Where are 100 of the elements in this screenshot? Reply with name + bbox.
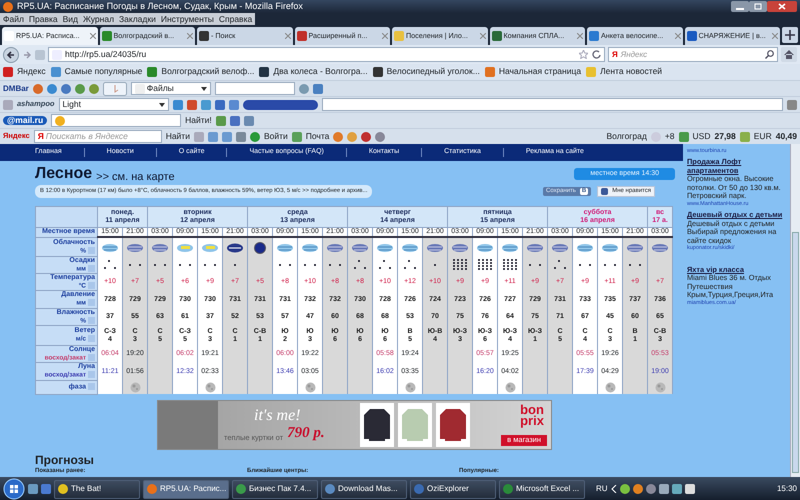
page-icon	[52, 50, 62, 60]
minimize-button[interactable]	[731, 1, 749, 12]
app-icon	[414, 484, 424, 494]
tray-icon[interactable]	[658, 484, 669, 494]
text-field[interactable]	[214, 82, 295, 95]
bookmark-link[interactable]: Два колеса - Волгогра...	[259, 67, 368, 77]
close-icon[interactable]	[772, 33, 778, 39]
taskbar-button[interactable]: The Bat!	[54, 480, 140, 498]
taskbar-button[interactable]: RP5.UA: Распис...	[143, 480, 229, 498]
hand-button[interactable]	[102, 82, 127, 96]
download-icon[interactable]	[312, 84, 323, 94]
tray-icon[interactable]	[684, 484, 695, 494]
theme-dropdown[interactable]: Light	[58, 98, 169, 111]
taskbar-button[interactable]: OziExplorer	[410, 480, 496, 498]
search-field[interactable]: Я Поискать в Яндексе	[34, 130, 162, 143]
tray-icon[interactable]	[672, 484, 682, 494]
login-button[interactable]: Войти	[250, 132, 288, 142]
bookmark-link[interactable]: Велосипедный уголок...	[372, 67, 480, 77]
toolbar-icon[interactable]	[208, 132, 218, 142]
toolbar-icon[interactable]	[88, 84, 99, 94]
menu-item[interactable]: Справка	[218, 13, 252, 25]
media-player-bar[interactable]	[242, 100, 318, 110]
menu-item[interactable]: Журнал	[83, 13, 114, 25]
close-button[interactable]	[767, 1, 797, 12]
start-button[interactable]	[3, 478, 25, 500]
toolbar-icon[interactable]	[74, 84, 85, 94]
toolbar-icon[interactable]	[186, 100, 197, 110]
taskbar-button[interactable]: Download Mas...	[321, 480, 407, 498]
wrench-icon[interactable]	[787, 100, 797, 110]
close-icon[interactable]	[480, 33, 486, 39]
forward-button[interactable]	[22, 50, 32, 60]
reload-icon[interactable]	[592, 50, 601, 59]
text-field[interactable]	[322, 98, 783, 111]
toolbar-icon[interactable]	[222, 132, 232, 142]
add-icon[interactable]	[3, 100, 13, 110]
scrollbar[interactable]	[790, 144, 800, 477]
maximize-button[interactable]	[749, 1, 767, 12]
close-icon[interactable]	[90, 33, 96, 39]
close-icon[interactable]	[382, 33, 388, 39]
close-icon[interactable]	[674, 33, 680, 39]
star-icon[interactable]	[579, 50, 588, 59]
toolbar-icon[interactable]	[60, 84, 71, 94]
menu-item[interactable]: Правка	[28, 13, 58, 25]
show-desktop-icon[interactable]	[28, 484, 38, 494]
menu-item[interactable]: Инструменты	[160, 13, 214, 25]
toolbar-icon[interactable]	[216, 116, 226, 126]
toolbar-icon[interactable]	[244, 116, 254, 126]
menu-item[interactable]: Файл	[3, 13, 24, 25]
close-icon[interactable]	[187, 33, 193, 39]
toolbar-icon[interactable]	[230, 116, 240, 126]
toolbar-icon[interactable]	[236, 132, 246, 142]
site-identity-icon[interactable]	[35, 50, 45, 60]
url-field[interactable]: http://rp5.ua/24035/ru	[48, 47, 605, 62]
window-title: RP5.UA: Расписание Погоды в Лесном, Судак, Крым - Mozilla Firefox	[17, 1, 303, 12]
chevron-icon[interactable]	[610, 485, 617, 493]
toolbar-icon[interactable]	[228, 100, 239, 110]
tray-icon[interactable]	[632, 484, 643, 494]
taskbar-button[interactable]: Microsoft Excel ...	[499, 480, 585, 498]
files-dropdown[interactable]: Файлы	[130, 82, 211, 95]
toolbar-icon[interactable]	[375, 132, 386, 142]
mail-button[interactable]: Почта	[292, 132, 330, 142]
search-icon[interactable]	[765, 50, 774, 59]
bookmark-link[interactable]: Лента новостей	[586, 67, 662, 77]
language-indicator[interactable]: RU	[596, 484, 608, 494]
bookmark-link[interactable]: Волгоградский велоф...	[147, 67, 254, 77]
search-button[interactable]: Найти!	[185, 116, 212, 126]
search-field[interactable]: Я Яндекс	[608, 47, 778, 62]
tray-icon[interactable]	[646, 484, 656, 494]
bookmark-link[interactable]: Начальная страница	[484, 67, 582, 77]
app-icon	[147, 484, 157, 494]
menu-item[interactable]: Закладки	[119, 13, 156, 25]
map-link[interactable]: >> см. на карте	[96, 170, 175, 184]
bookmark-link[interactable]: Самые популярные	[50, 67, 142, 77]
currency-icon	[678, 132, 689, 142]
app-icon	[58, 484, 68, 494]
toolbar-icon[interactable]	[46, 84, 57, 94]
search-field[interactable]	[51, 114, 182, 127]
taskbar-button[interactable]: Бизнес Пак 7.4...	[232, 480, 318, 498]
toolbar-icon[interactable]	[214, 100, 225, 110]
city-name[interactable]: Волгоград	[606, 132, 647, 142]
tray-icon[interactable]	[620, 484, 630, 494]
bookmark-link[interactable]: Яндекс	[3, 67, 46, 77]
close-icon[interactable]	[577, 33, 583, 39]
bookmark-icon	[50, 67, 61, 77]
home-button[interactable]	[781, 47, 797, 62]
toolbar-icon[interactable]	[172, 100, 183, 110]
window-switch-icon[interactable]	[41, 484, 51, 494]
back-button[interactable]	[3, 46, 19, 62]
toolbar-icon[interactable]	[200, 100, 211, 110]
yandex-mark: Я	[38, 132, 44, 142]
menu-item[interactable]: Вид	[62, 13, 78, 25]
toolbar-icon[interactable]	[361, 132, 372, 142]
close-icon[interactable]	[284, 33, 290, 39]
new-tab-button[interactable]	[782, 27, 798, 43]
search-button[interactable]: Найти	[166, 132, 190, 142]
scrollbar-thumb[interactable]	[792, 232, 799, 473]
bookmark-icon	[372, 67, 383, 77]
toolbar-icon[interactable]	[32, 84, 43, 94]
toolbar-icon[interactable]	[333, 132, 344, 142]
clock[interactable]: 15:30	[776, 484, 797, 494]
